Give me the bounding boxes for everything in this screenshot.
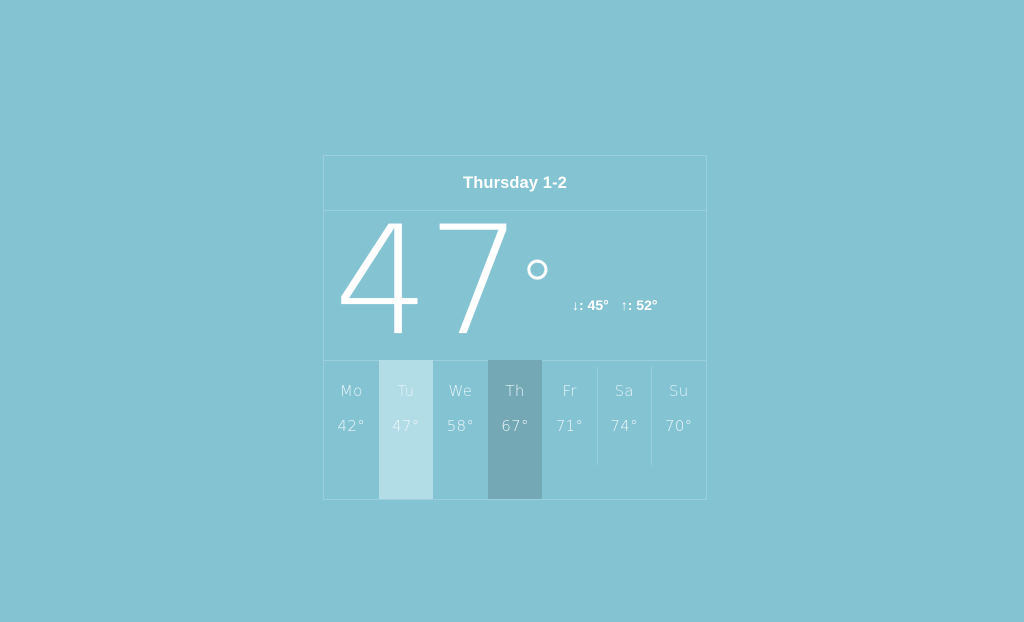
degree-symbol-icon: ° <box>518 245 556 331</box>
forecast-day-th[interactable]: Th 67° <box>487 360 543 499</box>
arrow-up-icon: ↑ <box>620 297 628 313</box>
high-temperature-value: : 52° <box>627 297 658 313</box>
current-temperature-value: 47 <box>334 195 523 369</box>
forecast-day-sa[interactable]: Sa 74° <box>596 361 652 465</box>
forecast-day-name: Th <box>505 382 525 400</box>
forecast-day-tu[interactable]: Tu 47° <box>378 360 434 499</box>
high-temperature: ↑: 52° <box>621 297 658 313</box>
forecast-day-name: Su <box>668 382 689 400</box>
arrow-down-icon: ↓ <box>572 297 579 313</box>
page-title: Thursday 1-2 <box>463 173 567 192</box>
forecast-day-name: Mo <box>339 382 363 400</box>
low-temperature: ↓: 45° <box>572 297 609 313</box>
forecast-day-name: Tu <box>397 382 415 400</box>
low-temperature-value: : 45° <box>579 297 609 313</box>
forecast-day-temperature: 67° <box>501 417 529 435</box>
forecast-day-temperature: 74° <box>610 417 638 435</box>
forecast-day-temperature: 70° <box>665 417 693 435</box>
forecast-day-temperature: 42° <box>337 417 366 435</box>
forecast-day-su[interactable]: Su 70° <box>651 361 706 465</box>
forecast-day-mo[interactable]: Mo 42° <box>324 361 379 465</box>
forecast-strip: Mo 42° Tu 47° We 58° Th 67° Fr 71° Sa 74° Su 70° <box>324 360 706 499</box>
forecast-day-temperature: 47° <box>392 417 420 435</box>
forecast-day-temperature: 71° <box>555 417 584 435</box>
weather-widget: Thursday 1-2 47° ↓: 45° ↑: 52° Mo 42° Tu 47°… <box>323 155 707 500</box>
forecast-day-fr[interactable]: Fr 71° <box>542 361 597 465</box>
current-conditions-panel: 47° ↓: 45° ↑: 52° <box>324 207 706 361</box>
high-low-temperatures: ↓: 45° ↑: 52° <box>572 297 657 313</box>
forecast-day-name: Fr <box>562 382 577 400</box>
forecast-day-we[interactable]: We 58° <box>433 361 488 465</box>
current-temperature: 47° <box>334 207 558 357</box>
forecast-day-temperature: 58° <box>446 417 475 435</box>
forecast-day-name: We <box>448 382 473 400</box>
forecast-day-name: Sa <box>614 382 634 400</box>
